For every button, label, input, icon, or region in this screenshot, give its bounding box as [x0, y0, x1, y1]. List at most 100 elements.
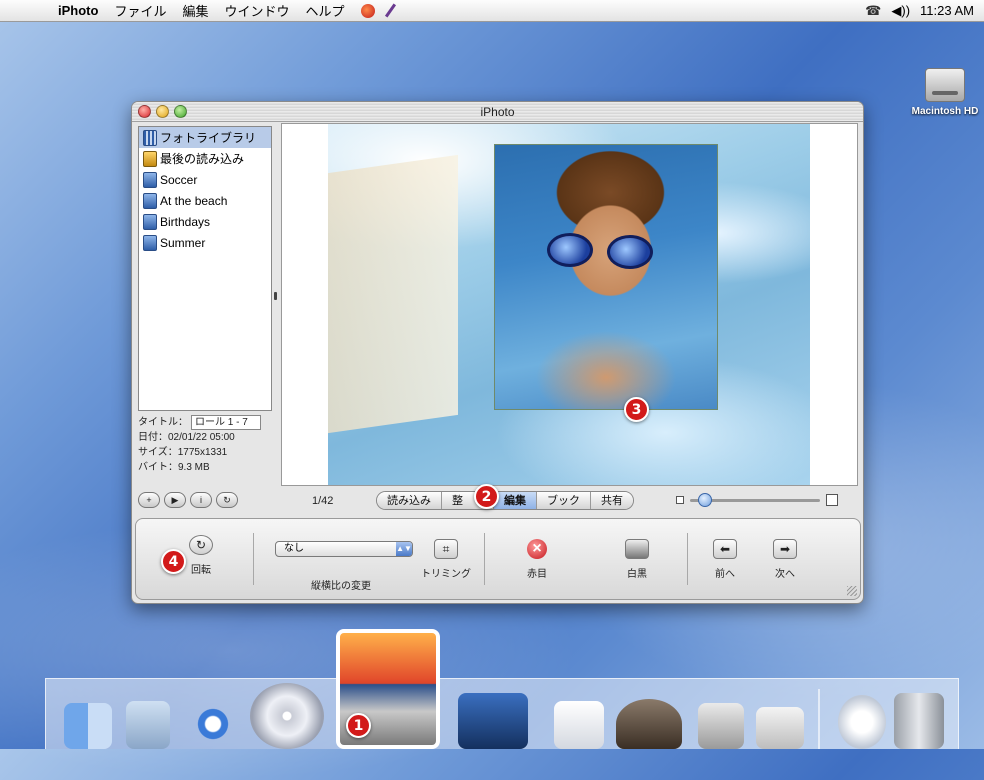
- modem-icon[interactable]: ☎: [865, 3, 881, 19]
- add-album-button[interactable]: +: [138, 492, 160, 508]
- album-icon: [143, 171, 157, 188]
- zoom-track[interactable]: [690, 492, 820, 507]
- pool-ledge: [328, 154, 458, 434]
- separator: [687, 533, 688, 585]
- window-titlebar[interactable]: iPhoto: [132, 102, 863, 122]
- menu-app-name[interactable]: iPhoto: [58, 3, 98, 18]
- mode-selector: 読み込み 整 編集 ブック 共有: [376, 491, 634, 510]
- source-last-import[interactable]: 最後の読み込み: [139, 148, 271, 169]
- menu-clock[interactable]: 11:23 AM: [920, 3, 974, 19]
- zoom-knob[interactable]: [698, 492, 712, 507]
- red-eye-button[interactable]: 赤目: [510, 539, 564, 580]
- source-list: フォトライブラリ 最後の読み込み Soccer At the beach Bir…: [138, 126, 272, 411]
- hd-label: Macintosh HD: [911, 106, 979, 117]
- size-info: サイズ：1775x1331: [138, 447, 228, 458]
- internet-explorer-icon[interactable]: [186, 699, 240, 749]
- callout-badge-4: 4: [161, 549, 186, 574]
- previous-label: 前へ: [715, 569, 735, 580]
- desktop-hd[interactable]: Macintosh HD: [906, 68, 984, 117]
- crop-button[interactable]: ⌗ トリミング: [414, 539, 478, 580]
- source-label: フォトライブラリ: [160, 131, 257, 145]
- next-button[interactable]: ➡ 次へ: [760, 539, 810, 580]
- menu-window[interactable]: ウインドウ: [224, 1, 289, 20]
- dock-divider: [818, 689, 820, 749]
- source-summer[interactable]: Summer: [139, 232, 271, 253]
- library-icon: [143, 129, 157, 146]
- info-button[interactable]: i: [190, 492, 212, 508]
- previous-button[interactable]: ⬅ 前へ: [700, 539, 750, 580]
- menu-edit[interactable]: 編集: [182, 1, 208, 20]
- date-info: 日付：02/01/22 05:00: [138, 432, 235, 443]
- crop-label: トリミング: [421, 569, 471, 580]
- source-birthdays[interactable]: Birthdays: [139, 211, 271, 232]
- separator: [253, 533, 254, 585]
- callout-badge-2: 2: [474, 484, 499, 509]
- zoom-slider[interactable]: [676, 492, 838, 507]
- textedit-icon[interactable]: [554, 701, 604, 749]
- mail-at-icon[interactable]: [838, 695, 886, 749]
- edit-pane: ↻ 回転 なし ▲▼ 縦横比の変更 ⌗ トリミング 赤目 白黒 ⬅ 前へ ➡ 次…: [135, 518, 861, 600]
- album-icon: [143, 213, 157, 230]
- itunes-icon[interactable]: [250, 683, 324, 749]
- finder-icon[interactable]: [64, 703, 112, 749]
- volume-icon[interactable]: ◀)): [891, 3, 910, 19]
- photo-counter: 1/42: [312, 495, 334, 507]
- mode-edit[interactable]: 編集: [494, 492, 537, 509]
- menu-help[interactable]: ヘルプ: [305, 1, 344, 20]
- rotate-small-button[interactable]: ↻: [216, 492, 238, 508]
- photo: [328, 124, 810, 485]
- aspect-ratio-select[interactable]: なし ▲▼: [275, 541, 413, 557]
- goggle-left: [547, 233, 593, 267]
- chevron-down-icon: ▲▼: [396, 542, 412, 556]
- source-at-the-beach[interactable]: At the beach: [139, 190, 271, 211]
- callout-badge-1: 1: [346, 713, 371, 738]
- zoom-small-icon: [676, 496, 684, 504]
- trash-icon[interactable]: [894, 693, 944, 749]
- menu-extra-icon[interactable]: [360, 3, 375, 18]
- system-preferences-icon[interactable]: [756, 707, 804, 749]
- roll-icon: [143, 150, 157, 167]
- apple-menu-icon[interactable]: [30, 3, 44, 19]
- source-label: Birthdays: [160, 214, 211, 229]
- menu-file[interactable]: ファイル: [114, 1, 166, 20]
- source-label: Soccer: [160, 172, 198, 187]
- dock: [45, 629, 959, 749]
- iphoto-window: iPhoto フォトライブラリ 最後の読み込み Soccer At the be…: [131, 101, 864, 604]
- callout-badge-3: 3: [624, 397, 649, 422]
- mode-share[interactable]: 共有: [591, 492, 633, 509]
- title-field[interactable]: ロール 1 - 7: [191, 415, 261, 430]
- close-button[interactable]: [138, 105, 151, 118]
- black-white-button[interactable]: 白黒: [610, 539, 664, 580]
- aspect-value: なし: [284, 543, 304, 554]
- photo-view[interactable]: [281, 123, 858, 486]
- source-label: 最後の読み込み: [160, 152, 245, 166]
- split-handle[interactable]: [274, 292, 277, 300]
- resize-grip[interactable]: [847, 586, 857, 596]
- source-photo-library[interactable]: フォトライブラリ: [139, 127, 271, 148]
- hard-drive-icon: [925, 68, 965, 102]
- arrow-left-icon: ⬅: [713, 539, 737, 559]
- pen-icon[interactable]: [384, 3, 396, 18]
- photo-info: タイトル： ロール 1 - 7 日付：02/01/22 05:00 サイズ：177…: [138, 415, 272, 475]
- zoom-large-icon: [826, 494, 838, 506]
- sherlock-icon[interactable]: [616, 699, 682, 749]
- imovie-icon[interactable]: [458, 693, 528, 749]
- album-icon: [143, 234, 157, 251]
- mail-icon[interactable]: [126, 701, 170, 749]
- crop-selection[interactable]: [494, 144, 718, 410]
- bytes-info: バイト：9.3 MB: [138, 462, 210, 473]
- quicktime-icon[interactable]: [698, 703, 744, 749]
- mode-book[interactable]: ブック: [537, 492, 591, 509]
- rotate-icon: ↻: [189, 535, 213, 555]
- separator: [484, 533, 485, 585]
- source-soccer[interactable]: Soccer: [139, 169, 271, 190]
- source-label: Summer: [160, 235, 206, 250]
- source-label: At the beach: [160, 193, 228, 208]
- menu-extras: ☎ ◀)) 11:23 AM: [865, 3, 974, 19]
- source-buttons: + ▶ i ↻: [138, 492, 238, 508]
- slideshow-button[interactable]: ▶: [164, 492, 186, 508]
- zoom-button[interactable]: [174, 105, 187, 118]
- mode-import[interactable]: 読み込み: [377, 492, 442, 509]
- minimize-button[interactable]: [156, 105, 169, 118]
- red-eye-icon: [527, 539, 547, 559]
